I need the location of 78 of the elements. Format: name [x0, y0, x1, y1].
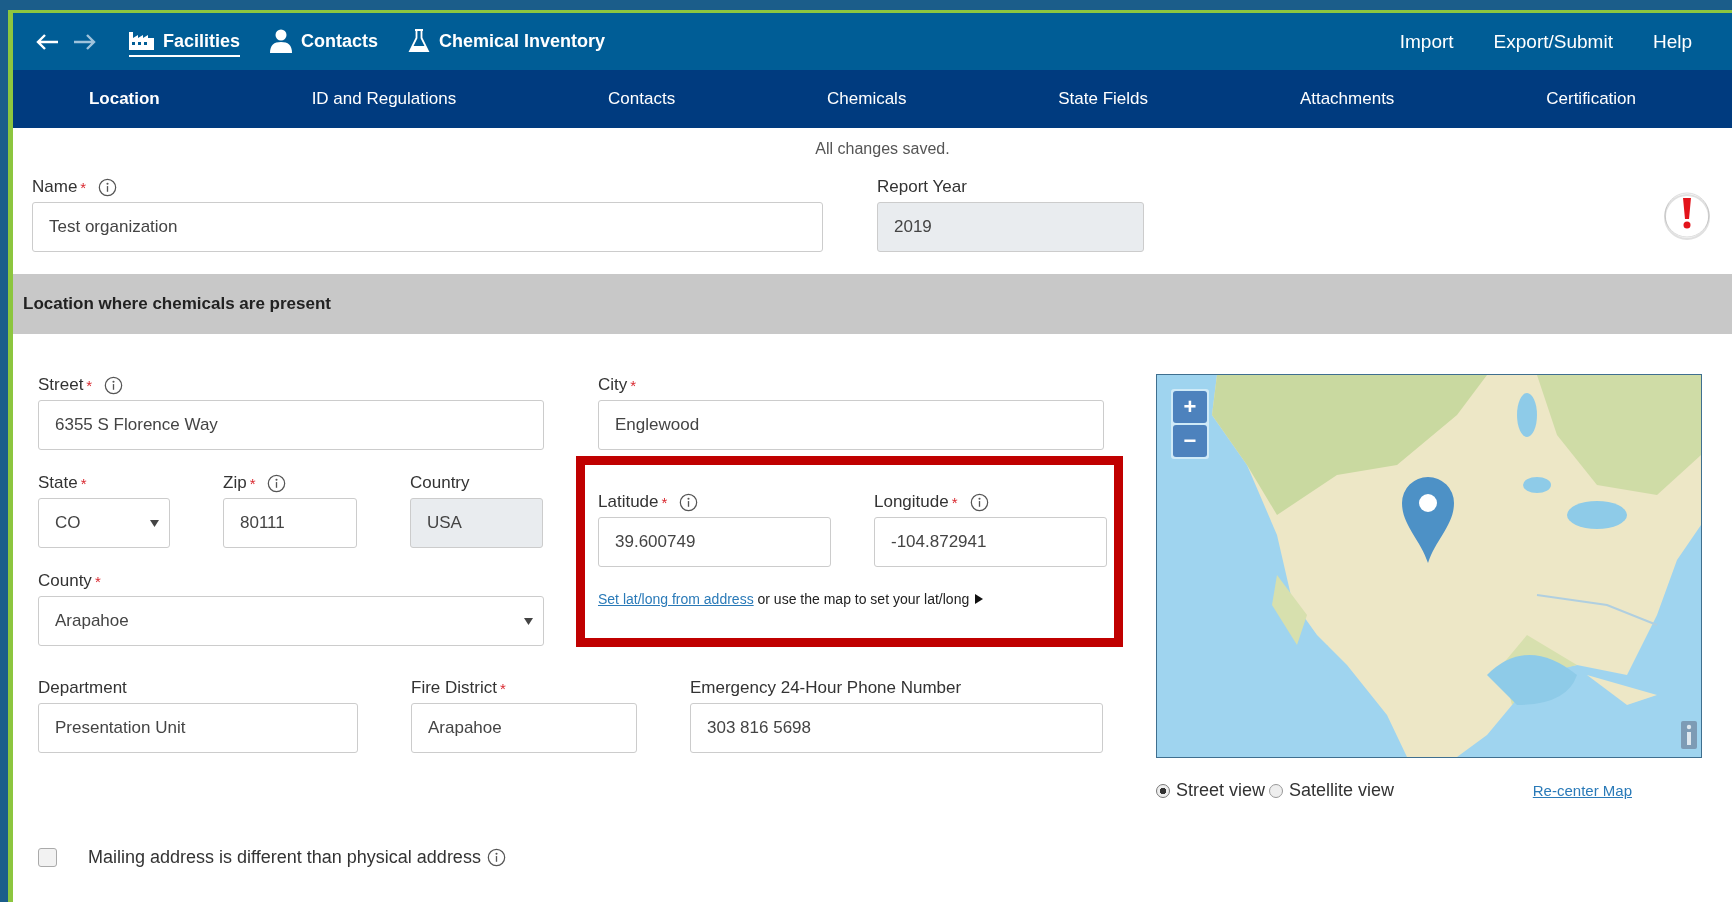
section-title: Location where chemicals are present: [23, 294, 331, 314]
nav-tab[interactable]: Facilities: [129, 26, 241, 57]
checkbox-label: Mailing address is different than physical address: [88, 847, 481, 868]
radio-button[interactable]: [1156, 783, 1170, 798]
info-icon[interactable]: [679, 492, 699, 512]
field-label: Emergency 24-Hour Phone Number: [690, 678, 962, 698]
nav-link[interactable]: Export/Submit: [1493, 30, 1613, 53]
field-label: Latitude: [598, 492, 659, 512]
street-field[interactable]: 6355 S Florence Way: [38, 400, 544, 450]
section-tab[interactable]: Chemicals: [827, 89, 907, 109]
info-icon[interactable]: [267, 473, 287, 493]
info-icon[interactable]: [104, 375, 124, 395]
nav-tab[interactable]: Contacts: [270, 25, 379, 58]
checkbox[interactable]: [38, 848, 57, 867]
flask-icon: [408, 29, 431, 53]
field-label: Name: [32, 177, 78, 197]
info-icon[interactable]: [969, 492, 989, 512]
save-status: All changes saved.: [814, 140, 951, 158]
field-label: Street: [38, 375, 84, 395]
info-icon[interactable]: [486, 848, 506, 867]
factory-icon: [129, 32, 154, 50]
nav-link[interactable]: Import: [1399, 30, 1454, 53]
latitude-field[interactable]: 39.600749: [598, 517, 831, 567]
play-icon[interactable]: [975, 594, 984, 604]
section-tab[interactable]: Location: [88, 89, 160, 109]
zip-field[interactable]: 80111: [223, 498, 357, 548]
required-mark: *: [249, 474, 256, 492]
field-label: Longitude: [874, 492, 949, 512]
field-label: Department: [38, 678, 127, 698]
required-mark: *: [951, 493, 958, 511]
fire-district-field[interactable]: Arapahoe: [411, 703, 637, 753]
section-tab[interactable]: State Fields: [1058, 89, 1148, 109]
section-tab[interactable]: Attachments: [1299, 89, 1395, 109]
back-arrow-icon[interactable]: [35, 32, 59, 51]
map-pin-icon[interactable]: [1402, 477, 1454, 563]
state-select[interactable]: CO: [38, 498, 170, 548]
city-field[interactable]: Englewood: [598, 400, 1104, 450]
section-tab[interactable]: Certification: [1546, 89, 1636, 109]
zoom-out-button[interactable]: −: [1173, 425, 1207, 457]
field-label: Report Year: [877, 177, 967, 197]
country-field[interactable]: USA: [410, 498, 543, 548]
recenter-map-link[interactable]: Re-center Map: [1532, 782, 1632, 799]
required-mark: *: [86, 376, 93, 394]
person-icon: [270, 29, 293, 53]
county-select[interactable]: Arapahoe: [38, 596, 544, 646]
department-field[interactable]: Presentation Unit: [38, 703, 358, 753]
radio-button[interactable]: [1269, 783, 1284, 798]
caret-icon: [524, 617, 533, 625]
required-mark: *: [499, 679, 506, 697]
forward-arrow-icon[interactable]: [73, 32, 97, 51]
radio-label[interactable]: Street view: [1176, 780, 1266, 801]
required-mark: *: [94, 572, 101, 590]
section-tab[interactable]: Contacts: [608, 89, 676, 109]
phone-field[interactable]: 303 816 5698: [690, 703, 1103, 753]
info-icon[interactable]: [98, 177, 118, 197]
field-label: County: [38, 571, 92, 591]
field-label: Zip: [223, 473, 247, 493]
field-label: Fire District: [411, 678, 497, 698]
longitude-field[interactable]: -104.872941: [874, 517, 1107, 567]
nav-tab[interactable]: Chemical Inventory: [408, 25, 606, 58]
nav-link[interactable]: Help: [1652, 30, 1692, 53]
section-tab[interactable]: ID and Regulations: [311, 89, 457, 109]
radio-label[interactable]: Satellite view: [1289, 780, 1395, 801]
name-field[interactable]: Test organization: [32, 202, 823, 252]
required-mark: *: [661, 493, 668, 511]
caret-icon: [150, 519, 159, 527]
required-mark: *: [630, 376, 637, 394]
field-label: Country: [410, 473, 470, 493]
zoom-in-button[interactable]: +: [1173, 391, 1207, 423]
field-label: State: [38, 473, 78, 493]
set-lat-long-link[interactable]: Set lat/long from address: [598, 591, 754, 607]
required-mark: *: [80, 474, 87, 492]
map-panel[interactable]: + −: [1156, 374, 1702, 758]
lat-long-hint: Set lat/long from address or use the map to set your lat/long: [598, 591, 970, 607]
alert-icon[interactable]: [1662, 190, 1712, 240]
field-label: City: [598, 375, 628, 395]
report-year-field[interactable]: 2019: [877, 202, 1144, 252]
required-mark: *: [80, 178, 87, 196]
